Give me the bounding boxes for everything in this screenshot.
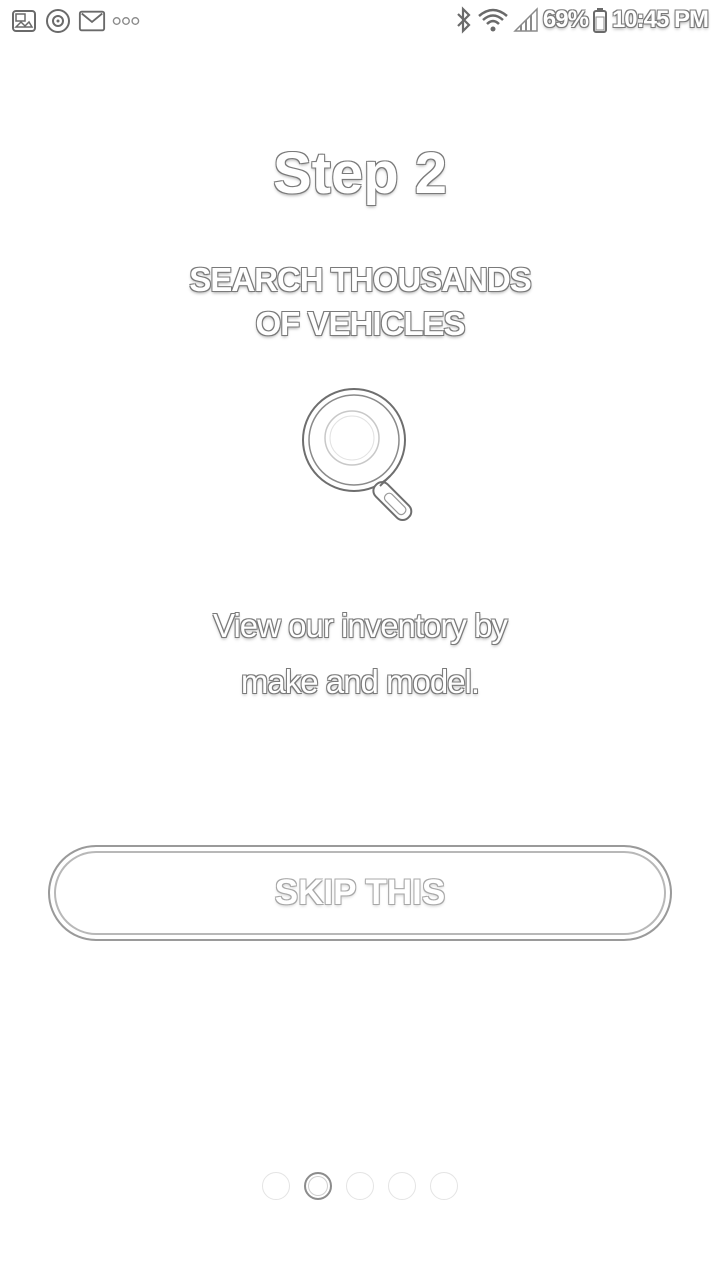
headline-line-2: OF VEHICLES: [255, 305, 465, 342]
page-indicator: [0, 1172, 720, 1200]
page-dot-4[interactable]: [388, 1172, 416, 1200]
signal-icon: [513, 6, 539, 34]
magnifying-glass-icon: [296, 382, 426, 532]
bluetooth-icon: [455, 6, 473, 34]
headline: SEARCH THOUSANDS OF VEHICLES: [0, 258, 720, 346]
description-line-2: make and model.: [240, 663, 480, 700]
headline-line-1: SEARCH THOUSANDS: [189, 261, 532, 298]
page-dot-2-active[interactable]: [304, 1172, 332, 1200]
gmail-notification-icon: [78, 7, 106, 35]
page-dot-1[interactable]: [262, 1172, 290, 1200]
status-bar: 69% 10:45 PM: [0, 0, 720, 44]
skip-button[interactable]: SKIP THIS: [48, 845, 672, 941]
system-status: 69% 10:45 PM: [455, 6, 709, 34]
clock: 10:45 PM: [611, 6, 709, 33]
page-dot-5[interactable]: [430, 1172, 458, 1200]
photo-notification-icon: [10, 7, 38, 35]
battery-icon: [592, 6, 608, 34]
description: View our inventory by make and model.: [0, 598, 720, 710]
page-dot-3[interactable]: [346, 1172, 374, 1200]
description-line-1: View our inventory by: [213, 607, 508, 644]
wifi-icon: [477, 6, 509, 34]
more-notifications-icon: [112, 7, 140, 35]
step-title: Step 2: [272, 141, 448, 206]
notification-icons: [10, 7, 140, 35]
record-notification-icon: [44, 7, 72, 35]
skip-button-label: SKIP THIS: [274, 873, 446, 912]
battery-percent: 69%: [542, 6, 589, 33]
